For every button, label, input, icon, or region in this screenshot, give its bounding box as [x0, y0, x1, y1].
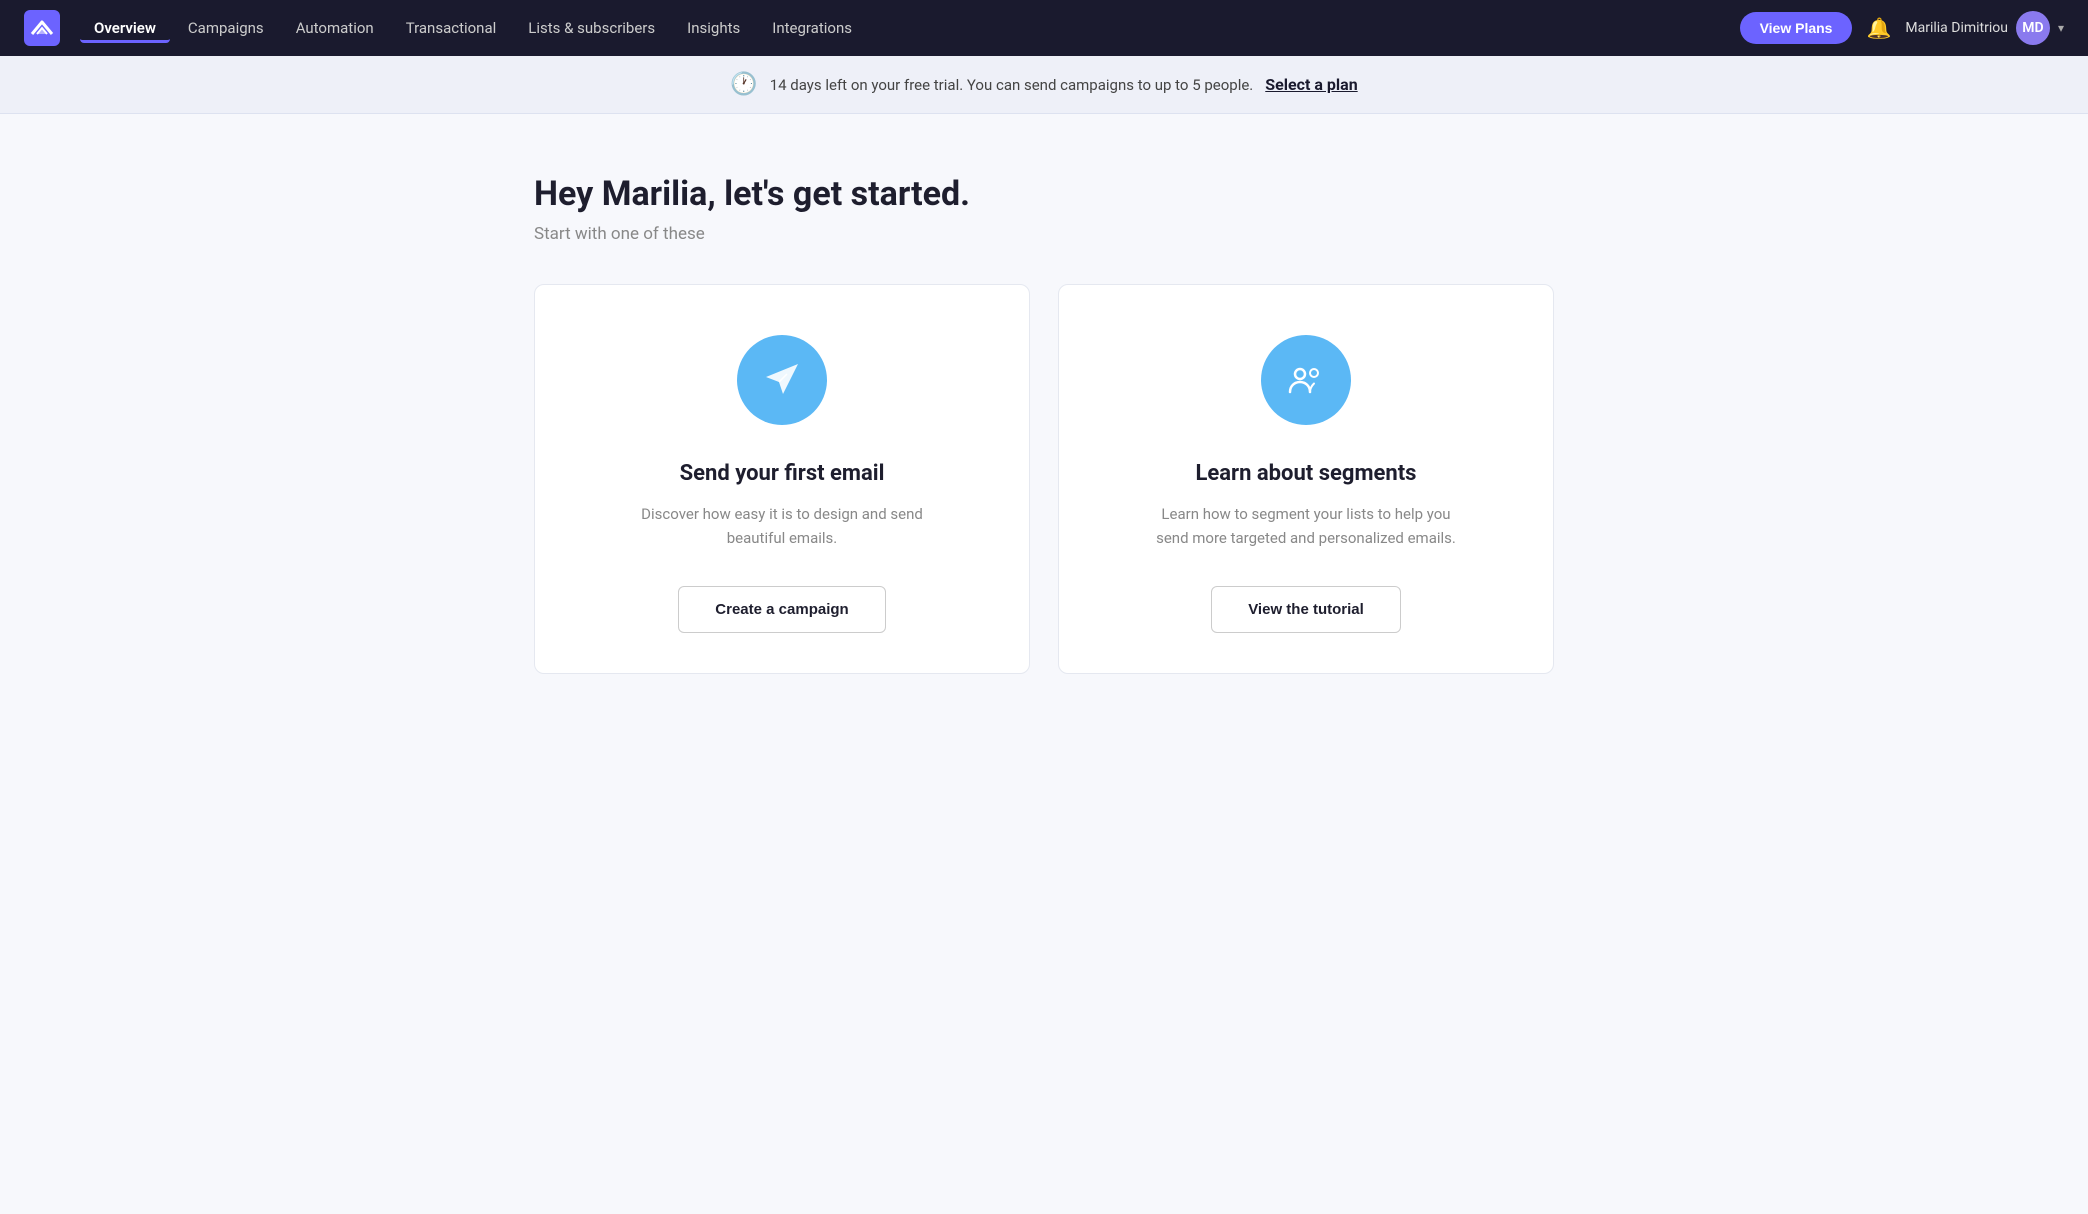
learn-segments-card-desc: Learn how to segment your lists to help … [1146, 502, 1466, 550]
send-email-card-title: Send your first email [680, 461, 885, 486]
nav-links: Overview Campaigns Automation Transactio… [80, 13, 1740, 43]
trial-banner: 🕐 14 days left on your free trial. You c… [0, 56, 2088, 114]
nav-item-overview[interactable]: Overview [80, 13, 170, 43]
nav-item-insights[interactable]: Insights [673, 13, 754, 43]
view-tutorial-button[interactable]: View the tutorial [1211, 586, 1401, 633]
chevron-down-icon: ▾ [2058, 21, 2064, 35]
send-email-card-desc: Discover how easy it is to design and se… [622, 502, 942, 550]
nav-item-transactional[interactable]: Transactional [392, 13, 511, 43]
logo[interactable] [24, 10, 60, 46]
nav-item-integrations[interactable]: Integrations [758, 13, 866, 43]
user-name-label: Marilia Dimitriou [1905, 20, 2008, 36]
segments-icon [1284, 358, 1328, 402]
nav-item-campaigns[interactable]: Campaigns [174, 13, 278, 43]
nav-item-automation[interactable]: Automation [282, 13, 388, 43]
select-plan-link[interactable]: Select a plan [1265, 75, 1357, 94]
cards-row: Send your first email Discover how easy … [534, 284, 1554, 674]
learn-segments-card: Learn about segments Learn how to segmen… [1058, 284, 1554, 674]
learn-segments-card-title: Learn about segments [1196, 461, 1417, 486]
learn-segments-icon-circle [1261, 335, 1351, 425]
create-campaign-button[interactable]: Create a campaign [678, 586, 885, 633]
main-nav: Overview Campaigns Automation Transactio… [0, 0, 2088, 56]
greeting-heading: Hey Marilia, let's get started. [534, 174, 1554, 214]
send-icon [760, 358, 804, 402]
notifications-icon[interactable]: 🔔 [1866, 16, 1891, 40]
subtitle-text: Start with one of these [534, 224, 1554, 244]
send-email-icon-circle [737, 335, 827, 425]
clock-icon: 🕐 [730, 72, 757, 97]
nav-item-lists-subscribers[interactable]: Lists & subscribers [514, 13, 669, 43]
user-profile[interactable]: Marilia Dimitriou MD ▾ [1905, 11, 2064, 45]
view-plans-button[interactable]: View Plans [1740, 12, 1853, 44]
send-email-card: Send your first email Discover how easy … [534, 284, 1030, 674]
avatar: MD [2016, 11, 2050, 45]
main-content: Hey Marilia, let's get started. Start wi… [494, 114, 1594, 734]
nav-right: View Plans 🔔 Marilia Dimitriou MD ▾ [1740, 11, 2064, 45]
trial-text: 14 days left on your free trial. You can… [770, 76, 1254, 94]
